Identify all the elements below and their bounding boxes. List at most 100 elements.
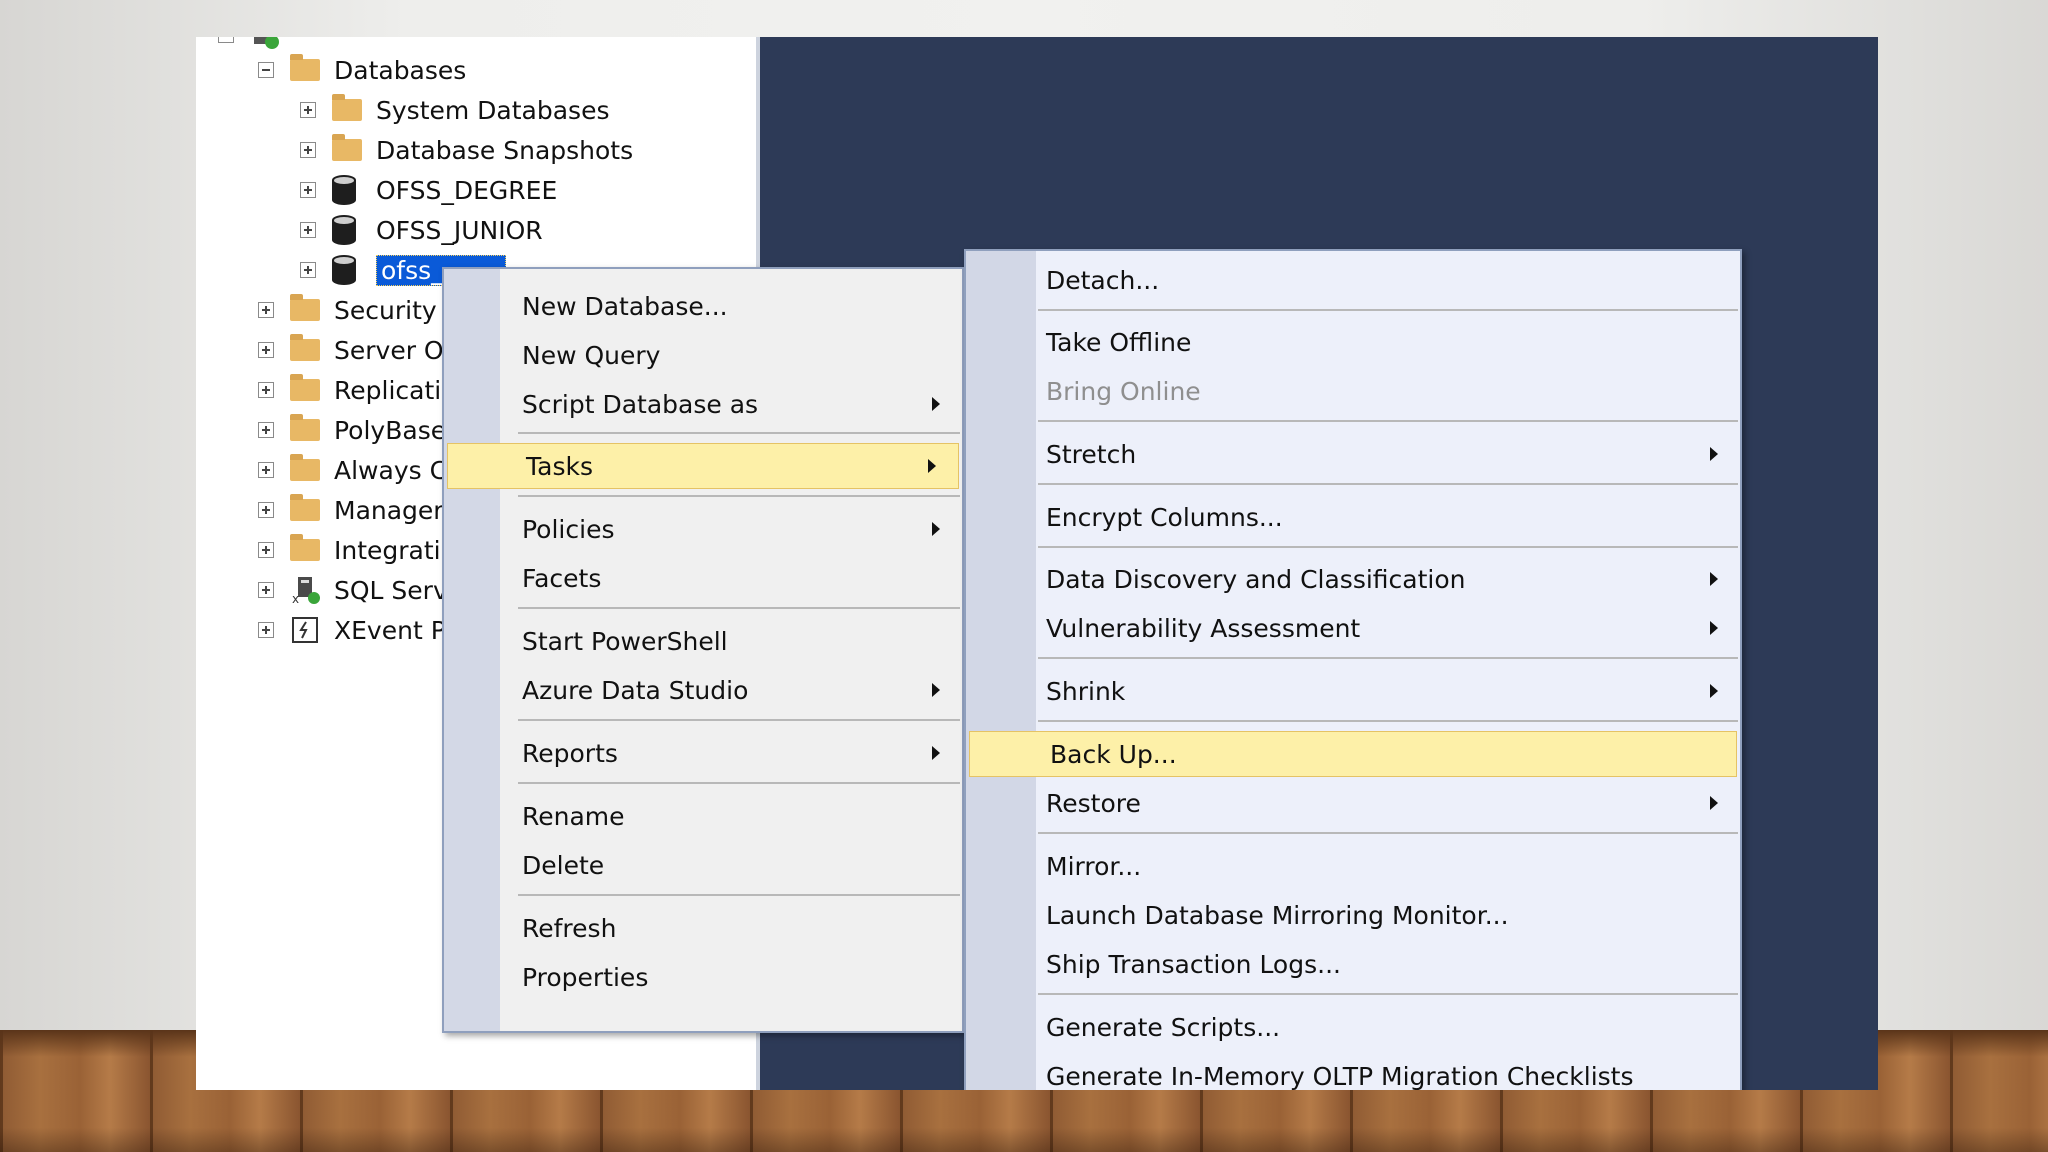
expand-toggle[interactable]	[300, 142, 316, 158]
expand-toggle[interactable]	[258, 582, 274, 598]
expand-toggle[interactable]	[300, 222, 316, 238]
menu-item-label: Mirror...	[1046, 851, 1142, 881]
menu-item-new-query[interactable]: New Query	[444, 332, 962, 378]
menu-item-tasks[interactable]: Tasks	[447, 443, 959, 489]
menu-item-data-discovery[interactable]: Data Discovery and Classification	[966, 556, 1740, 602]
menu-item-ship-transaction-logs[interactable]: Ship Transaction Logs...	[966, 941, 1740, 987]
menu-item-generate-scripts[interactable]: Generate Scripts...	[966, 1004, 1740, 1050]
tree-item-replication[interactable]: Replicati	[258, 372, 441, 408]
expand-toggle[interactable]	[258, 302, 274, 318]
tree-label: Databases	[334, 55, 467, 85]
ssms-screen: Databases System Databases Database Snap…	[196, 37, 1878, 1090]
submenu-arrow-icon	[1710, 684, 1718, 698]
menu-item-label: Facets	[522, 563, 602, 593]
expand-toggle[interactable]	[258, 342, 274, 358]
menu-item-generate-oltp-checklists[interactable]: Generate In-Memory OLTP Migration Checkl…	[966, 1053, 1740, 1091]
menu-separator	[518, 607, 960, 609]
menu-item-script-database-as[interactable]: Script Database as	[444, 381, 962, 427]
menu-item-mirror[interactable]: Mirror...	[966, 843, 1740, 889]
expand-toggle[interactable]	[258, 542, 274, 558]
menu-item-encrypt-columns[interactable]: Encrypt Columns...	[966, 494, 1740, 540]
svg-text:x: x	[292, 592, 299, 605]
menu-item-label: Refresh	[522, 913, 617, 943]
tree-item-integration[interactable]: Integratic	[258, 532, 454, 568]
tree-item-management[interactable]: Manager	[258, 492, 444, 528]
menu-separator	[1038, 720, 1738, 722]
menu-item-label: Properties	[522, 962, 649, 992]
submenu-arrow-icon	[932, 522, 940, 536]
tree-item-server-objects[interactable]: Server Ol	[258, 332, 451, 368]
tree-item-xevent[interactable]: XEvent P	[258, 612, 446, 648]
folder-icon	[332, 94, 362, 121]
menu-item-label: New Query	[522, 340, 661, 370]
menu-item-label: Script Database as	[522, 389, 759, 419]
tree-server-node[interactable]	[218, 37, 294, 53]
expand-toggle[interactable]	[300, 182, 316, 198]
menu-separator	[1038, 546, 1738, 548]
menu-item-properties[interactable]: Properties	[444, 954, 962, 1000]
menu-item-rename[interactable]: Rename	[444, 793, 962, 839]
menu-separator	[1038, 483, 1738, 485]
menu-separator	[518, 432, 960, 434]
menu-item-stretch[interactable]: Stretch	[966, 431, 1740, 477]
menu-item-refresh[interactable]: Refresh	[444, 905, 962, 951]
menu-item-label: Stretch	[1046, 439, 1137, 469]
expand-toggle[interactable]	[258, 622, 274, 638]
expand-toggle[interactable]	[300, 262, 316, 278]
expand-toggle[interactable]	[258, 462, 274, 478]
tree-item-polybase[interactable]: PolyBase	[258, 412, 446, 448]
submenu-arrow-icon	[1710, 796, 1718, 810]
tree-label: SQL Serv	[334, 575, 448, 605]
menu-item-label: Ship Transaction Logs...	[1046, 949, 1341, 979]
submenu-arrow-icon	[928, 459, 936, 473]
menu-item-policies[interactable]: Policies	[444, 506, 962, 552]
tree-label: System Databases	[376, 95, 610, 125]
expand-toggle[interactable]	[300, 102, 316, 118]
menu-item-label: Bring Online	[1046, 376, 1201, 406]
menu-item-azure-data-studio[interactable]: Azure Data Studio	[444, 667, 962, 713]
menu-item-launch-mirroring-monitor[interactable]: Launch Database Mirroring Monitor...	[966, 892, 1740, 938]
menu-item-facets[interactable]: Facets	[444, 555, 962, 601]
menu-separator	[1038, 657, 1738, 659]
menu-item-vulnerability-assessment[interactable]: Vulnerability Assessment	[966, 605, 1740, 651]
tree-item-ofss-degree[interactable]: OFSS_DEGREE	[300, 172, 557, 208]
menu-item-detach[interactable]: Detach...	[966, 257, 1740, 303]
menu-item-reports[interactable]: Reports	[444, 730, 962, 776]
menu-item-restore[interactable]: Restore	[966, 780, 1740, 826]
submenu-arrow-icon	[1710, 572, 1718, 586]
menu-item-label: Tasks	[526, 451, 593, 481]
menu-item-new-database[interactable]: New Database...	[444, 283, 962, 329]
menu-item-back-up[interactable]: Back Up...	[969, 731, 1737, 777]
folder-icon	[290, 494, 320, 521]
tree-item-system-databases[interactable]: System Databases	[300, 92, 609, 128]
menu-item-label: Generate In-Memory OLTP Migration Checkl…	[1046, 1061, 1634, 1091]
tasks-submenu: Detach... Take Offline Bring Online Stre…	[964, 249, 1742, 1090]
tree-item-always-on[interactable]: Always C	[258, 452, 447, 488]
menu-item-delete[interactable]: Delete	[444, 842, 962, 888]
tree-item-security[interactable]: Security	[258, 292, 437, 328]
tree-item-database-snapshots[interactable]: Database Snapshots	[300, 132, 633, 168]
menu-separator	[1038, 832, 1738, 834]
expand-toggle[interactable]	[258, 502, 274, 518]
menu-separator	[1038, 993, 1738, 995]
menu-item-shrink[interactable]: Shrink	[966, 668, 1740, 714]
menu-item-start-powershell[interactable]: Start PowerShell	[444, 618, 962, 664]
tree-label: Replicati	[334, 375, 442, 405]
menu-item-label: New Database...	[522, 291, 728, 321]
collapse-toggle[interactable]	[218, 37, 234, 43]
menu-item-label: Vulnerability Assessment	[1046, 613, 1361, 643]
tree-item-sql-agent[interactable]: x SQL Serv	[258, 572, 448, 608]
expand-toggle[interactable]	[258, 422, 274, 438]
expand-toggle[interactable]	[258, 382, 274, 398]
folder-icon	[290, 294, 320, 321]
tree-label: Integratic	[334, 535, 455, 565]
tree-label: Always C	[334, 455, 448, 485]
tree-label: Manager	[334, 495, 444, 525]
menu-item-take-offline[interactable]: Take Offline	[966, 319, 1740, 365]
menu-item-label: Data Discovery and Classification	[1046, 564, 1466, 594]
collapse-toggle[interactable]	[258, 62, 274, 78]
sql-agent-icon: x	[292, 577, 320, 605]
tree-item-ofss-junior[interactable]: OFSS_JUNIOR	[300, 212, 543, 248]
menu-separator	[518, 782, 960, 784]
tree-item-databases[interactable]: Databases	[258, 52, 466, 88]
